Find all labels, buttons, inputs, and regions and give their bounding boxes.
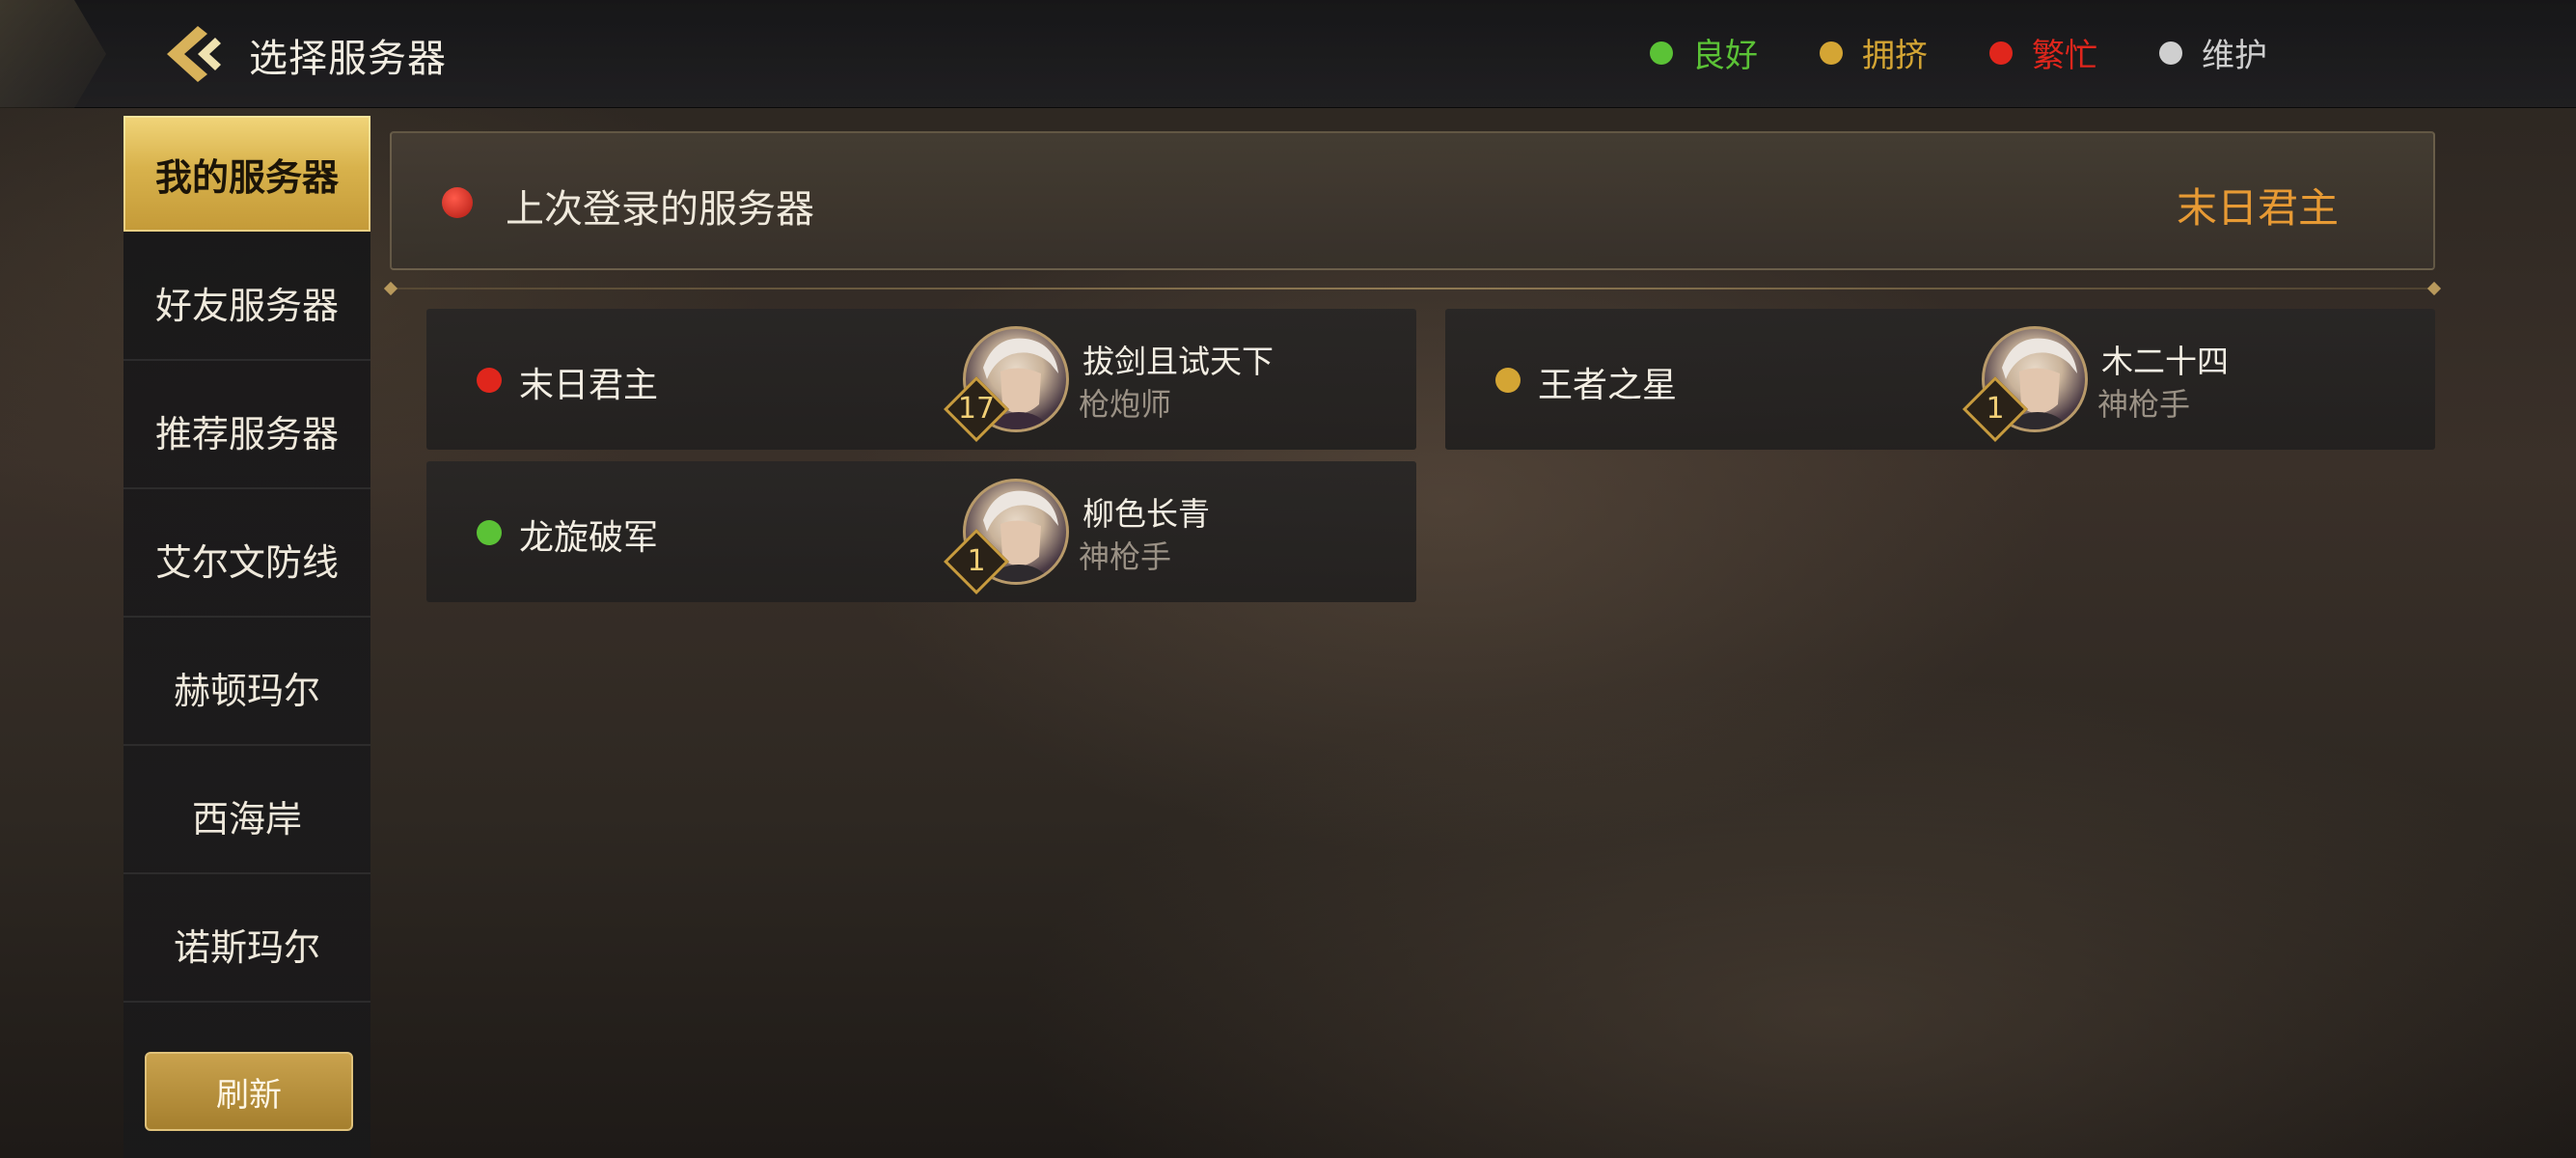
server-name: 龙旋破军 [519,518,659,558]
server-name: 王者之星 [1538,366,1678,405]
legend-item-maintenance: 维护 [2159,29,2267,76]
refresh-button[interactable]: 刷新 [145,1052,353,1131]
legend-label: 拥挤 [1862,37,1928,75]
status-dot-good-icon [477,520,502,545]
status-dot-busy-icon [477,368,502,393]
character-name: 拔剑且试天下 [1082,343,1274,380]
status-dot-good-icon [1650,41,1673,65]
server-card[interactable]: 末日君主 17 拔剑且试天下 枪炮师 [426,309,1416,450]
character-class: 神枪手 [1079,538,1172,575]
tab-friend-servers[interactable]: 好友服务器 [123,245,370,361]
character-level: 1 [1986,392,2005,426]
status-dot-icon [442,187,473,218]
character-name: 木二十四 [2101,343,2229,380]
last-login-label: 上次登录的服务器 [506,187,814,232]
back-arrow-icon [167,26,221,82]
server-card[interactable]: 龙旋破军 1 柳色长青 神枪手 [426,461,1416,602]
tab-nosmar[interactable]: 诺斯玛尔 [123,887,370,1003]
back-button[interactable] [154,17,232,91]
tab-west-coast[interactable]: 西海岸 [123,758,370,874]
legend-label: 良好 [1692,37,1758,75]
status-dot-crowded-icon [1820,41,1843,65]
tab-recommended-servers[interactable]: 推荐服务器 [123,373,370,489]
character-level: 1 [967,544,986,578]
server-name: 末日君主 [519,366,659,405]
tab-hendon-myre[interactable]: 赫顿玛尔 [123,630,370,746]
status-dot-busy-icon [1989,41,2013,65]
character-level: 17 [957,392,996,426]
status-dot-crowded-icon [1495,368,1521,393]
tab-my-servers[interactable]: 我的服务器 [123,116,370,232]
status-dot-maintenance-icon [2159,41,2182,65]
tab-elvenguard[interactable]: 艾尔文防线 [123,502,370,618]
corner-decoration [0,0,106,108]
top-bar: 选择服务器 良好 拥挤 繁忙 维护 [0,0,2576,108]
page-title: 选择服务器 [249,37,447,81]
legend-label: 繁忙 [2032,37,2097,75]
server-region-sidebar: 我的服务器 好友服务器 推荐服务器 艾尔文防线 赫顿玛尔 西海岸 诺斯玛尔 [123,116,370,1158]
server-card[interactable]: 王者之星 1 木二十四 神枪手 [1445,309,2435,450]
status-legend: 良好 拥挤 繁忙 维护 [1650,29,2267,76]
section-divider [390,288,2435,290]
legend-item-busy: 繁忙 [1989,29,2097,76]
legend-label: 维护 [2202,37,2267,75]
character-class: 神枪手 [2097,386,2191,423]
last-login-panel[interactable]: 上次登录的服务器 末日君主 [390,131,2435,270]
last-login-server-name: 末日君主 [2176,184,2339,232]
legend-item-good: 良好 [1650,29,1758,76]
character-class: 枪炮师 [1079,386,1172,423]
legend-item-crowded: 拥挤 [1820,29,1928,76]
character-name: 柳色长青 [1082,495,1210,533]
